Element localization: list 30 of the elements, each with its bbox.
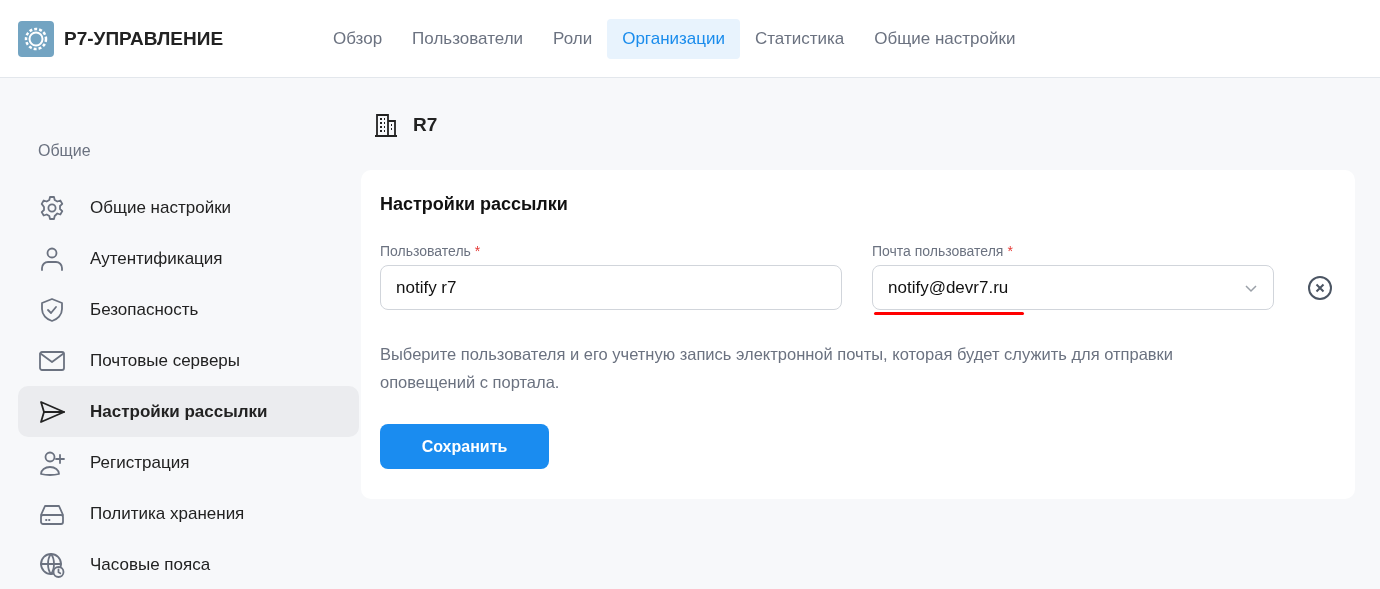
field-label: Почта пользователя — [872, 243, 1004, 259]
user-input-field[interactable]: notify r7 — [380, 265, 842, 310]
building-icon — [373, 112, 399, 138]
sidebar-item[interactable]: Настройки рассылки — [18, 386, 359, 437]
card-title: Настройки рассылки — [380, 194, 569, 215]
required-mark: * — [1007, 243, 1013, 259]
nav-tab[interactable]: Обзор — [318, 18, 398, 59]
email-select[interactable]: notify@devr7.ru — [872, 265, 1274, 310]
globe-clock-icon — [38, 550, 66, 579]
clear-icon[interactable] — [1307, 275, 1333, 301]
hint-text: Выберите пользователя и его учетную запись электронной почты, которая будет служить для отправки оповещений с портала. — [380, 344, 1175, 393]
sidebar-item[interactable]: Аутентификация — [18, 233, 359, 284]
app-name: Р7-УПРАВЛЕНИЕ — [64, 27, 224, 50]
required-mark: * — [474, 243, 481, 259]
organization-name: R7 — [413, 114, 438, 136]
section-heading: Общие — [37, 142, 92, 160]
nav-tab[interactable]: Пользователи — [397, 18, 539, 59]
sidebar-item[interactable]: Регистрация — [18, 437, 359, 488]
settings-icon — [38, 193, 66, 222]
nav-tab[interactable]: Роли — [538, 18, 608, 59]
gear-logo-icon — [18, 20, 54, 57]
sidebar-item[interactable]: Безопасность — [18, 284, 359, 335]
sidebar-item[interactable]: Часовые пояса — [18, 539, 359, 589]
sidebar-item[interactable]: Политика хранения — [18, 488, 359, 539]
nav-tab[interactable]: Общие настройки — [859, 18, 1031, 59]
nav-tab[interactable]: Статистика — [740, 18, 860, 59]
sidebar-item[interactable]: Общие настройки — [18, 182, 359, 233]
shield-check-icon — [38, 295, 66, 324]
sidebar-item[interactable]: Почтовые серверы — [18, 335, 359, 386]
field-label: Пользователь — [380, 243, 471, 259]
